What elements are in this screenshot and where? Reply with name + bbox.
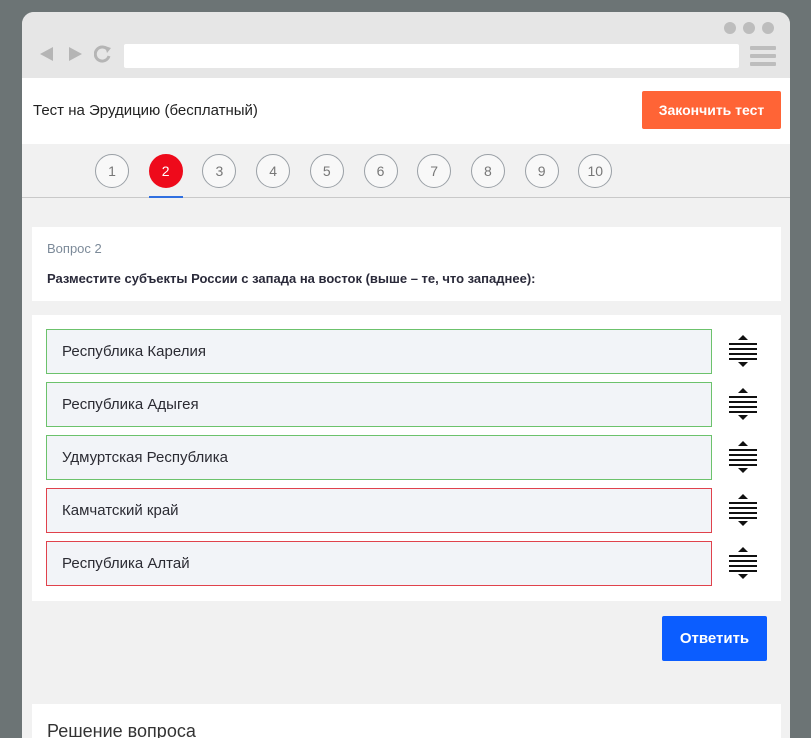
step-8[interactable]: 8 (470, 154, 505, 188)
answer-item[interactable]: Удмуртская Республика (46, 435, 712, 480)
address-bar[interactable] (124, 44, 739, 68)
answers-list: Республика Карелия Республика Адыгея Удмур… (32, 315, 781, 601)
answer-item[interactable]: Республика Адыгея (46, 382, 712, 427)
test-header: Тест на Эрудицию (бесплатный) Закончить … (22, 78, 790, 144)
test-title: Тест на Эрудицию (бесплатный) (33, 102, 258, 119)
browser-window: Тест на Эрудицию (бесплатный) Закончить … (22, 12, 790, 738)
step-9[interactable]: 9 (524, 154, 559, 188)
back-arrow-icon[interactable] (38, 45, 56, 63)
browser-chrome (22, 12, 790, 78)
answer-item[interactable]: Республика Карелия (46, 329, 712, 374)
forward-arrow-icon[interactable] (66, 45, 84, 63)
reload-icon[interactable] (94, 45, 112, 63)
hamburger-menu-icon[interactable] (750, 46, 776, 66)
question-card: Вопрос 2 Разместите субъекты России с за… (32, 227, 781, 301)
drag-handle-icon[interactable] (727, 334, 759, 368)
answer-item[interactable]: Камчатский край (46, 488, 712, 533)
step-3[interactable]: 3 (202, 154, 237, 188)
step-4[interactable]: 4 (256, 154, 291, 188)
drag-handle-icon[interactable] (727, 493, 759, 527)
drag-handle-icon[interactable] (727, 440, 759, 474)
solution-card: Решение вопроса (32, 704, 781, 738)
question-stepper: 1 2 3 4 5 6 7 8 9 10 (22, 144, 790, 198)
step-6[interactable]: 6 (363, 154, 398, 188)
window-dot-icon[interactable] (724, 22, 736, 34)
active-step-underline (149, 196, 183, 198)
step-10[interactable]: 10 (578, 154, 613, 188)
question-number: Вопрос 2 (47, 241, 102, 256)
drag-handle-icon[interactable] (727, 546, 759, 580)
step-7[interactable]: 7 (417, 154, 452, 188)
page-content: Тест на Эрудицию (бесплатный) Закончить … (22, 78, 790, 738)
step-2[interactable]: 2 (148, 154, 183, 188)
drag-handle-icon[interactable] (727, 387, 759, 421)
step-5[interactable]: 5 (309, 154, 344, 188)
submit-answer-button[interactable]: Ответить (662, 616, 767, 661)
answer-item[interactable]: Республика Алтай (46, 541, 712, 586)
solution-title: Решение вопроса (47, 721, 196, 738)
window-dot-icon[interactable] (762, 22, 774, 34)
window-controls (724, 22, 774, 34)
finish-test-button[interactable]: Закончить тест (642, 91, 781, 129)
step-1[interactable]: 1 (95, 154, 129, 188)
question-text: Разместите субъекты России с запада на в… (47, 271, 536, 286)
window-dot-icon[interactable] (743, 22, 755, 34)
